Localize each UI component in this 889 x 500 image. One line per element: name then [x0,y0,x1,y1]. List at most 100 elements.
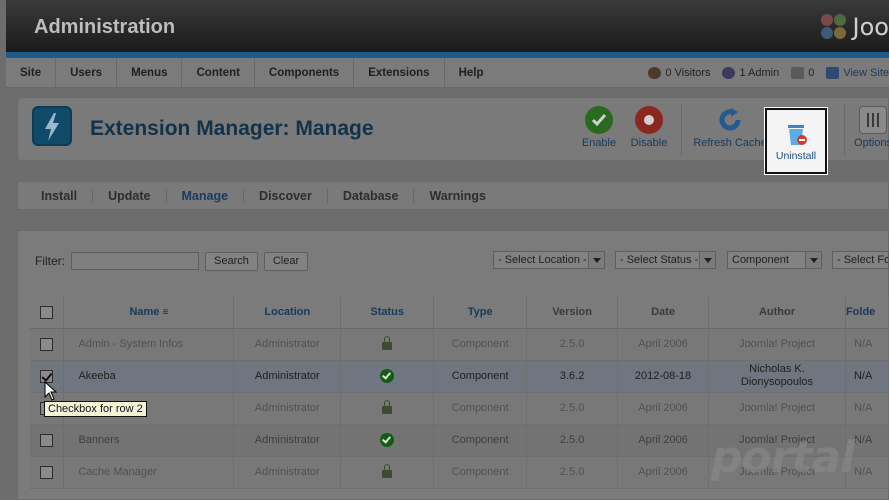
tab-warnings[interactable]: Warnings [414,189,500,203]
joomla-logo-icon [819,12,849,42]
clear-button[interactable]: Clear [263,251,309,271]
portal-watermark: portal [711,432,855,483]
joomla-logo-text: Joo [852,13,889,41]
uninstall-button[interactable]: Uninstall [765,108,827,174]
select-status[interactable]: - Select Status - [615,251,716,269]
enabled-check-icon[interactable] [380,433,395,447]
select-all-checkbox[interactable] [40,305,54,319]
view-site-link[interactable]: View Site [826,67,889,79]
admin-title: Administration [34,16,176,38]
admin-header: Administration Joo [6,0,889,52]
extension-date: 2012-08-18 [617,360,709,393]
options-label: Options [854,137,889,149]
disable-button[interactable]: Disable [618,106,680,149]
select-type[interactable]: Component [727,251,822,269]
tab-discover[interactable]: Discover [244,188,328,203]
table-row: Admin - System Infos Administrator Compo… [30,328,889,361]
visitors-count: 0 Visitors [665,67,711,79]
menu-help[interactable]: Help [445,58,498,87]
extension-date: April 2006 [617,392,709,425]
row-checkbox[interactable] [40,465,54,479]
extension-name[interactable]: Cache Manager [63,456,235,489]
options-icon [859,106,887,134]
menu-users[interactable]: Users [56,58,118,87]
extension-name[interactable]: Akeeba [63,360,235,393]
column-name[interactable]: Name ≡ [63,297,235,329]
extension-name[interactable]: Banners [63,424,235,457]
extension-type: Component [433,424,528,457]
options-button[interactable]: Options [848,106,889,149]
extension-location: Administrator [233,424,342,457]
column-author[interactable]: Author [708,297,846,329]
filter-input[interactable] [71,252,199,270]
sort-icon: ≡ [162,307,169,319]
disable-stop-icon [635,106,663,134]
monitor-icon [826,67,840,79]
row-checkbox[interactable] [40,433,54,447]
lock-icon [382,464,393,479]
select-all-header [30,297,65,329]
column-name-label: Name [129,306,160,319]
extension-folder: N/A [845,328,889,361]
extension-version: 2.5.0 [526,424,619,457]
column-version[interactable]: Version [526,297,619,329]
messages-status[interactable]: 0 [791,67,814,79]
filter-label: Filter: [35,254,65,268]
visitors-icon [648,67,662,79]
mail-icon [791,67,805,79]
toolbar-separator [681,104,682,156]
enable-check-icon [585,106,613,134]
admins-status: 1 Admin [722,67,779,79]
status-area: 0 Visitors 1 Admin 0 View Site [648,58,889,88]
lock-icon [382,336,393,351]
tab-update[interactable]: Update [93,188,167,203]
chevron-down-icon [699,252,715,268]
column-date[interactable]: Date [617,297,709,329]
tab-database[interactable]: Database [328,188,415,203]
extension-location: Administrator [233,360,342,393]
view-site-label: View Site [843,67,889,79]
extension-name[interactable]: Admin - System Infos [63,328,235,361]
enable-label: Enable [581,137,617,149]
menu-content[interactable]: Content [182,58,255,87]
mouse-pointer-icon [44,381,58,401]
visitors-status: 0 Visitors [648,67,710,79]
extension-folder: N/A [845,392,889,425]
toolbar-separator [844,104,845,156]
select-folder[interactable]: - Select Fo [832,251,889,269]
select-location[interactable]: - Select Location - [493,251,605,269]
extension-date: April 2006 [617,424,709,457]
trash-icon [782,120,810,148]
disable-label: Disable [630,137,668,149]
extension-folder: N/A [845,360,889,393]
extension-version: 2.5.0 [526,328,619,361]
select-status-value: - Select Status - [620,254,699,266]
joomla-logo[interactable]: Joo [819,10,889,44]
column-status[interactable]: Status [340,297,435,329]
admins-count: 1 Admin [739,67,780,79]
extension-version: 2.5.0 [526,392,619,425]
column-type[interactable]: Type [433,297,528,329]
row-checkbox[interactable] [40,337,54,351]
search-button[interactable]: Search [205,251,258,271]
extension-version: 3.6.2 [526,360,619,393]
tab-manage[interactable]: Manage [167,188,245,203]
menu-site[interactable]: Site [6,58,57,87]
admin-user-icon [722,67,736,79]
menu-extensions[interactable]: Extensions [354,58,445,87]
checkbox-tooltip: Checkbox for row 2 [44,401,147,417]
extension-date: April 2006 [617,456,709,489]
column-folder[interactable]: Folde [845,297,889,329]
tab-install[interactable]: Install [26,188,94,203]
refresh-cache-button[interactable]: Refresh Cache [690,106,770,149]
main-menu: Site Users Menus Content Components Exte… [6,58,889,88]
messages-count: 0 [808,67,815,79]
menu-menus[interactable]: Menus [117,58,183,87]
extension-author: Joomla! Project [708,392,846,425]
extension-type: Component [433,328,528,361]
menu-components[interactable]: Components [255,58,355,87]
refresh-icon [716,106,744,134]
enabled-check-icon[interactable] [380,369,395,383]
submenu-tabs: Install Update Manage Discover Database … [17,181,889,210]
column-location[interactable]: Location [233,297,342,329]
